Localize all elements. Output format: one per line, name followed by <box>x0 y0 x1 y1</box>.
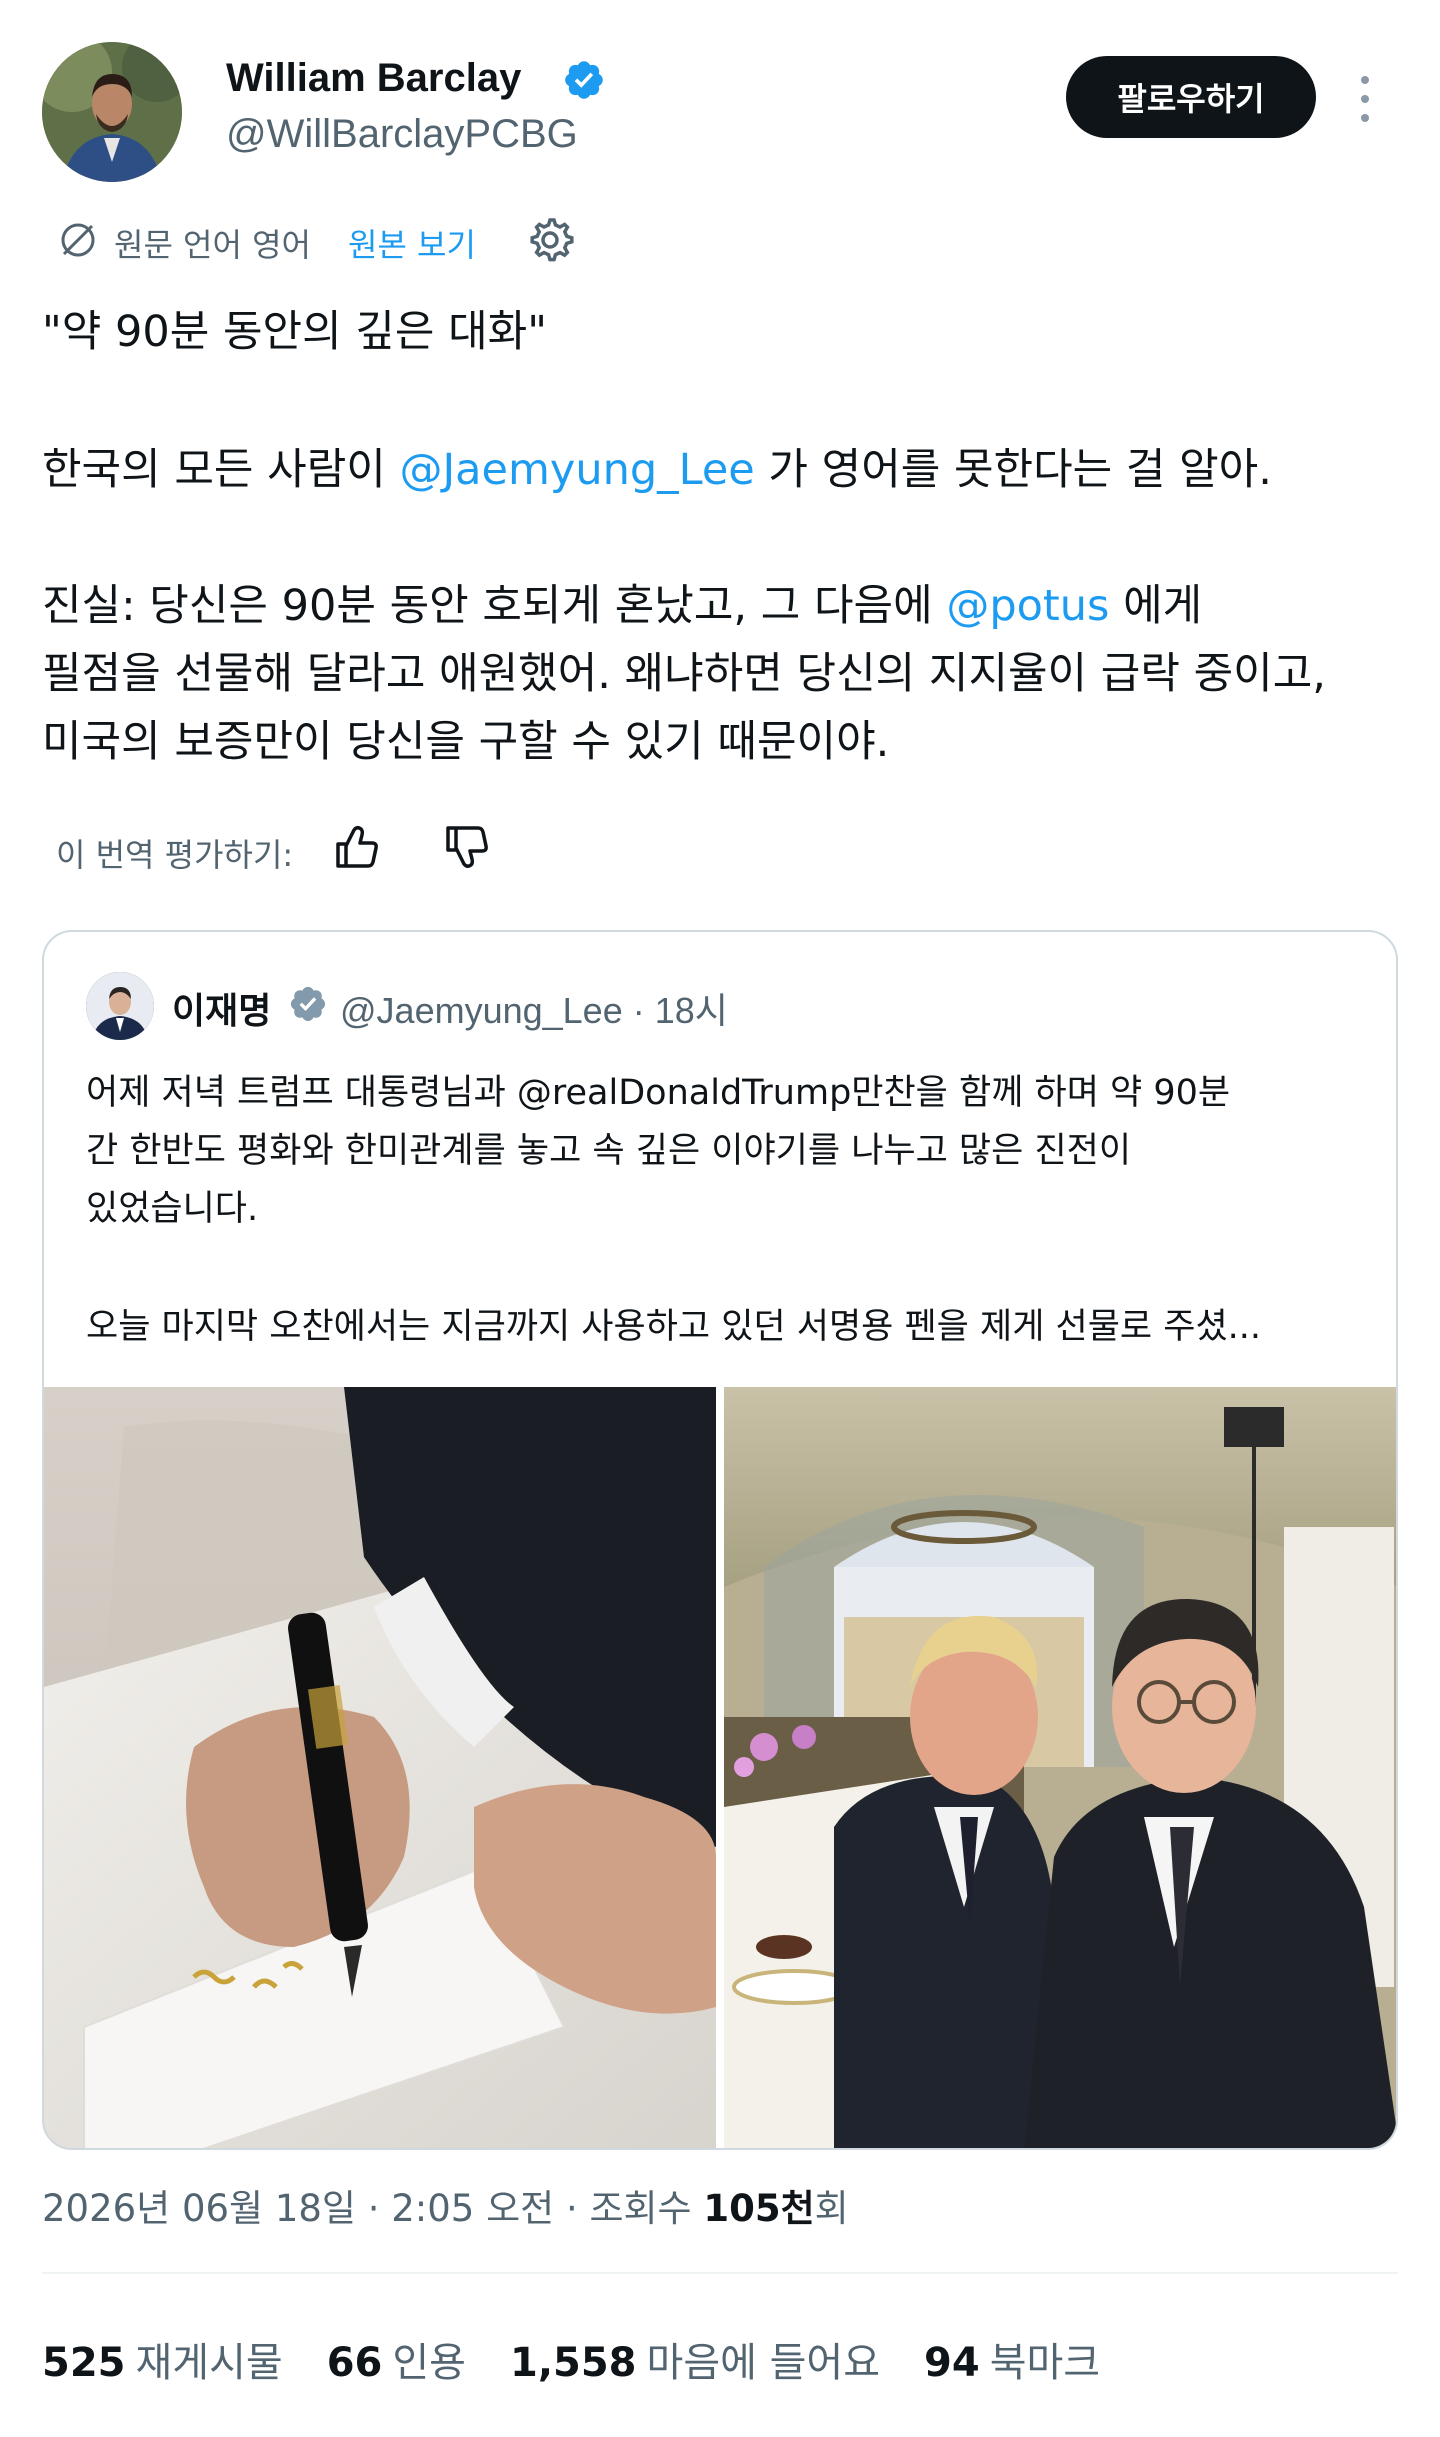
stat-label: 재게시물 <box>135 2340 283 2386</box>
view-count-suffix: 회 <box>814 2187 849 2230</box>
thumbs-up-icon[interactable] <box>330 820 384 874</box>
photo-pen-signing[interactable] <box>44 1387 716 2148</box>
show-original-link[interactable]: 원본 보기 <box>348 220 476 266</box>
tweet-text-line: 진실: 당신은 90분 동안 호되게 혼났고, 그 다음에 @potus 에게 <box>42 572 1202 640</box>
verified-badge-icon <box>290 986 326 1022</box>
tweet-text-fragment: 진실: 당신은 90분 동안 호되게 혼났고, 그 다음에 <box>42 581 947 631</box>
tweet-text-line: 미국의 보증만이 당신을 구할 수 있기 때문이야. <box>42 717 890 767</box>
quoted-text-line: 어제 저녁 트럼프 대통령님과 @realDonaldTrump만찬을 함께 하… <box>86 1073 1231 1113</box>
stat-label: 북마크 <box>989 2340 1101 2386</box>
divider <box>42 2272 1398 2274</box>
mention-link[interactable]: @potus <box>946 581 1109 631</box>
photo-dinner[interactable] <box>724 1387 1396 2148</box>
stat-count: 66 <box>326 2340 383 2386</box>
quoted-text-line: 오늘 마지막 오찬에서는 지금까지 사용하고 있던 서명용 펜을 제게 선물로 … <box>86 1307 1262 1347</box>
thumbs-down-icon[interactable] <box>440 820 494 874</box>
tweet-text-line: "약 90분 동안의 깊은 대화" <box>42 307 547 357</box>
tweet-text-fragment: 가 영어를 못한다는 걸 알아. <box>754 445 1272 495</box>
tweet-timestamp[interactable]: 2026년 06월 18일 · 2:05 오전 · 조회수 105천회 <box>42 2178 849 2232</box>
tweet-text-fragment: 에게 <box>1109 581 1203 631</box>
author-name[interactable]: William Barclay <box>226 56 521 101</box>
quoted-author-name[interactable]: 이재명 <box>172 982 271 1034</box>
rate-translation-label: 이 번역 평가하기: <box>56 836 294 874</box>
quoted-text-line: 있었습니다. <box>86 1189 259 1229</box>
timestamp-date: 2026년 06월 18일 · 2:05 오전 · 조회수 <box>42 2187 704 2230</box>
engagement-stats: 525 재게시물 66 인용 1,558 마음에 들어요 94 북마크 <box>42 2330 1100 2388</box>
verified-badge-icon <box>565 61 603 99</box>
quoted-author-avatar[interactable] <box>86 972 154 1040</box>
tweet-text-line: 필점을 선물해 달라고 애원했어. 왜냐하면 당신의 지지율이 급락 중이고, <box>42 649 1326 699</box>
translate-icon <box>61 223 95 257</box>
stat-count: 94 <box>924 2340 980 2386</box>
author-handle[interactable]: @WillBarclayPCBG <box>226 112 578 157</box>
follow-button[interactable]: 팔로우하기 <box>1066 56 1316 138</box>
source-language-label: 원문 언어 영어 <box>114 226 311 264</box>
stat-bookmarks[interactable]: 94 북마크 <box>924 2330 1100 2388</box>
stat-count: 525 <box>42 2340 126 2386</box>
quoted-handle-time: @Jaemyung_Lee · 18시 <box>340 990 728 1031</box>
stat-likes[interactable]: 1,558 마음에 들어요 <box>510 2330 880 2388</box>
more-options-icon[interactable] <box>1355 74 1375 124</box>
view-count: 105천 <box>703 2187 815 2230</box>
gear-icon[interactable] <box>524 214 576 266</box>
stat-count: 1,558 <box>509 2340 637 2386</box>
stat-reposts[interactable]: 525 재게시물 <box>42 2330 283 2388</box>
tweet-text-fragment: 한국의 모든 사람이 <box>42 445 400 495</box>
stat-quotes[interactable]: 66 인용 <box>327 2330 466 2388</box>
quoted-tweet-card[interactable]: 이재명 @Jaemyung_Lee · 18시 어제 저녁 트럼프 대통령님과 … <box>42 930 1398 2150</box>
mention-link[interactable]: @Jaemyung_Lee <box>400 445 755 495</box>
stat-label: 마음에 들어요 <box>646 2340 881 2386</box>
stat-label: 인용 <box>392 2340 466 2386</box>
tweet-text-line: 한국의 모든 사람이 @Jaemyung_Lee 가 영어를 못한다는 걸 알아… <box>42 436 1272 504</box>
quoted-text-line: 간 한반도 평화와 한미관계를 놓고 속 깊은 이야기를 나누고 많은 진전이 <box>86 1131 1132 1171</box>
author-avatar[interactable] <box>42 42 182 182</box>
